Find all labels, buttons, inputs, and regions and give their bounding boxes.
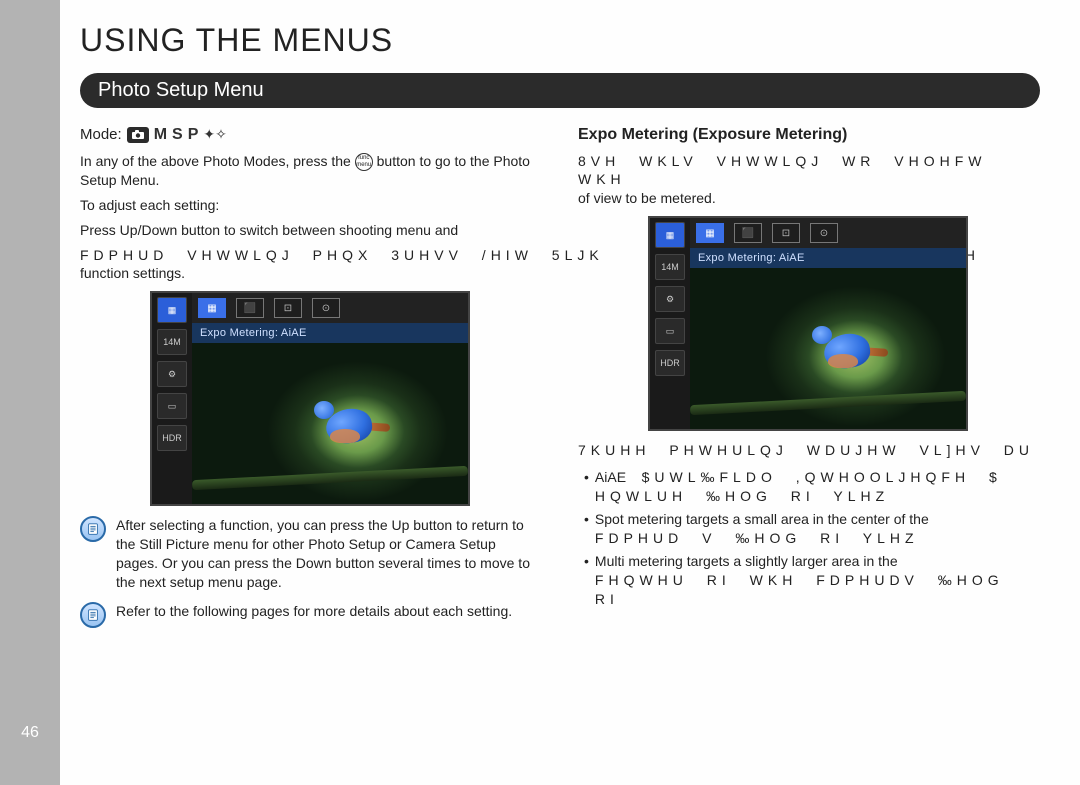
expo-metering-heading: Expo Metering (Exposure Metering) (578, 124, 1038, 146)
section-header: Photo Setup Menu (80, 73, 1040, 108)
lcd-tabs: ▦ ⬛ ⊡ ⊙ (192, 293, 468, 323)
note-2: Refer to the following pages for more de… (80, 602, 540, 628)
rail-item-grid-icon: ▦ (157, 297, 187, 323)
note-1: After selecting a function, you can pres… (80, 516, 540, 592)
sparkle-icon: ✦✧ (203, 125, 226, 144)
lcd-subheader: Expo Metering: AiAE (192, 323, 468, 343)
lcd-left-rail: ▦ 14M ⚙ ▭ HDR (650, 218, 690, 429)
bullet-dot-icon: • (584, 552, 589, 571)
lcd-left-rail: ▦ 14M ⚙ ▭ HDR (152, 293, 192, 504)
page-number: 46 (0, 718, 60, 748)
note-1-text: After selecting a function, you can pres… (116, 516, 540, 592)
metering-tab-aiae-icon: ▦ (696, 223, 724, 243)
lcd-sample-photo (690, 268, 966, 429)
rail-item-resolution: 14M (655, 254, 685, 280)
mode-letter-p: P (188, 124, 199, 146)
left-column: Mode: M S P ✦✧ In any of the above Photo… (80, 124, 540, 638)
adjust-label: To adjust each setting: (80, 196, 540, 215)
bullet-multi-garble: FHQWHU RI WKH FDPHUDV ‰HOG RI (595, 571, 1038, 609)
bullet-spot-garble: FDPHUD V ‰HOG RI YLHZ (595, 529, 929, 548)
camera-lcd-screenshot-right: ▦ 14M ⚙ ▭ HDR ▦ ⬛ ⊡ ⊙ Expo Metering: AiA… (648, 216, 968, 431)
mode-line: Mode: M S P ✦✧ (80, 124, 540, 146)
bullet-dot-icon: • (584, 468, 589, 487)
bullet-spot-head: Spot metering targets a small area in th… (595, 511, 929, 527)
metering-tab-4-icon: ⊙ (810, 223, 838, 243)
rail-item-grid-icon: ▦ (655, 222, 685, 248)
note-icon (80, 516, 106, 542)
metering-tab-2-icon: ⬛ (734, 223, 762, 243)
bullet-aiae: • AiAE $UWL‰FLDO ,QWHOOLJHQFH $ HQWLUH ‰… (584, 468, 1038, 506)
func-label-top: func (358, 155, 369, 162)
bullet-spot: • Spot metering targets a small area in … (584, 510, 1038, 548)
mode-letter-s: S (172, 124, 183, 146)
intro-text-a: In any of the above Photo Modes, press t… (80, 153, 351, 169)
bullet-aiae-line2: HQWLUH ‰HOG RI YLHZ (595, 487, 1002, 506)
bullet-aiae-garble: $UWL‰FLDO ,QWHOOLJHQFH $ (642, 469, 1002, 485)
func-label-bot: menu (356, 162, 371, 169)
rail-item-hdr: HDR (157, 425, 187, 451)
press-updown-text: Press Up/Down button to switch between s… (80, 221, 540, 240)
of-view-text: of view to be metered. (578, 189, 1038, 208)
bullet-multi-head: Multi metering targets a slightly larger… (595, 553, 898, 569)
bullet-multi: • Multi metering targets a slightly larg… (584, 552, 1038, 609)
right-column: Expo Metering (Exposure Metering) 8VH WK… (578, 124, 1038, 638)
mode-label: Mode: (80, 125, 122, 145)
metering-tab-3-icon: ⊡ (274, 298, 302, 318)
rail-item-frame-icon: ▭ (157, 393, 187, 419)
rail-item-resolution: 14M (157, 329, 187, 355)
rail-item-hdr: HDR (655, 350, 685, 376)
note-2-text: Refer to the following pages for more de… (116, 602, 512, 628)
garbled-three-metering: 7KUHH PHWHULQJ WDUJHW VL]HV DU (578, 441, 1038, 460)
rail-item-gear-icon: ⚙ (157, 361, 187, 387)
metering-tab-4-icon: ⊙ (312, 298, 340, 318)
garbled-right-top: 8VH WKLV VHWWLQJ WR VHOHFW WKH (578, 152, 1038, 190)
lcd-sample-photo (192, 343, 468, 504)
bullet-dot-icon: • (584, 510, 589, 529)
garbled-line-1: FDPHUD VHWWLQJ PHQX 3UHVV /HIW 5LJK (80, 246, 604, 265)
bullet-aiae-head: AiAE (595, 469, 626, 485)
page-content: USING THE MENUS Photo Setup Menu Mode: M… (80, 22, 1060, 638)
camera-lcd-screenshot-left: ▦ 14M ⚙ ▭ HDR ▦ ⬛ ⊡ ⊙ Expo Metering: AiA… (150, 291, 470, 506)
bird-illustration (810, 316, 890, 386)
chapter-title: USING THE MENUS (80, 22, 1060, 59)
metering-tab-2-icon: ⬛ (236, 298, 264, 318)
bird-illustration (312, 391, 392, 461)
intro-paragraph: In any of the above Photo Modes, press t… (80, 152, 540, 190)
camera-icon (127, 127, 149, 143)
page-sidebar-stripe (0, 0, 60, 785)
note-icon (80, 602, 106, 628)
lcd-tabs: ▦ ⬛ ⊡ ⊙ (690, 218, 966, 248)
lcd-subheader: Expo Metering: AiAE (690, 248, 966, 268)
mode-letter-m: M (154, 124, 167, 146)
metering-tab-aiae-icon: ▦ (198, 298, 226, 318)
func-menu-button-icon: func menu (355, 153, 373, 171)
rail-item-frame-icon: ▭ (655, 318, 685, 344)
function-settings-text: function settings. (80, 264, 540, 283)
rail-item-gear-icon: ⚙ (655, 286, 685, 312)
metering-tab-3-icon: ⊡ (772, 223, 800, 243)
metering-bullet-list: • AiAE $UWL‰FLDO ,QWHOOLJHQFH $ HQWLUH ‰… (578, 468, 1038, 608)
